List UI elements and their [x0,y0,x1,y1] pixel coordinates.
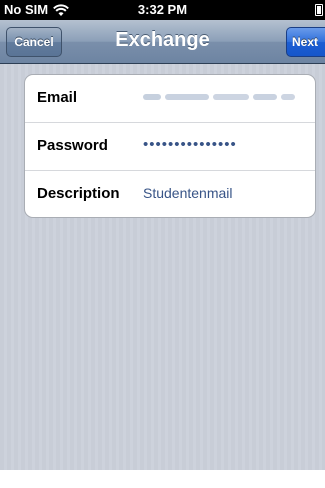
description-field[interactable]: Studentenmail [143,185,233,201]
page-title: Exchange [115,29,210,51]
status-bar: No SIM 3:32 PM [0,0,325,20]
battery-icon [315,4,323,16]
password-row[interactable]: Password ••••••••••••••• [25,122,315,170]
status-time: 3:32 PM [137,2,188,17]
email-field[interactable] [143,93,299,101]
email-label: Email [37,89,78,106]
description-row[interactable]: Description Studentenmail [25,170,315,217]
password-field[interactable]: ••••••••••••••• [143,136,237,153]
description-label: Description [37,185,120,202]
navigation-bar: Cancel Exchange Next [0,20,325,64]
next-button[interactable]: Next [286,27,325,57]
password-label: Password [37,137,108,154]
account-form: Email Password ••••••••••••••• Descripti… [24,74,316,218]
screen: No SIM 3:32 PM Cancel Exchange Next Emai… [0,0,325,470]
email-row[interactable]: Email [25,75,315,122]
